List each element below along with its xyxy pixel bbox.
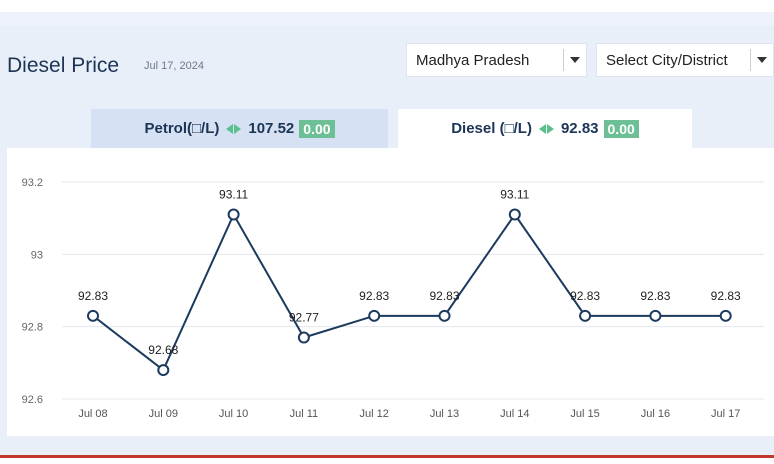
diesel-tab-label: Diesel (□/L) bbox=[451, 120, 532, 137]
series-line bbox=[92, 212, 726, 372]
data-label: 92.83 bbox=[640, 289, 670, 303]
data-point[interactable] bbox=[87, 309, 99, 322]
x-tick-label: Jul 09 bbox=[149, 408, 178, 420]
petrol-tab-label: Petrol(□/L) bbox=[144, 120, 220, 137]
data-point[interactable] bbox=[508, 208, 521, 221]
y-tick-label: 93 bbox=[31, 249, 43, 261]
top-gap bbox=[0, 12, 774, 26]
data-label: 92.83 bbox=[359, 289, 389, 303]
state-select[interactable]: Madhya Pradesh bbox=[406, 43, 587, 77]
y-tick-label: 92.8 bbox=[22, 322, 43, 334]
dropdown-arrow-icon[interactable] bbox=[751, 57, 773, 63]
data-point[interactable] bbox=[368, 309, 381, 322]
x-tick-label: Jul 13 bbox=[430, 408, 459, 420]
data-point[interactable] bbox=[719, 309, 732, 322]
petrol-change-badge: 0.00 bbox=[299, 119, 335, 138]
state-select-label: Madhya Pradesh bbox=[416, 51, 530, 69]
x-tick-label: Jul 16 bbox=[641, 408, 670, 420]
data-label: 92.83 bbox=[711, 289, 741, 303]
city-select-label: Select City/District bbox=[606, 51, 728, 69]
data-point[interactable] bbox=[297, 331, 310, 344]
diesel-change-badge: 0.00 bbox=[603, 119, 639, 138]
x-tick-label: Jul 14 bbox=[500, 408, 529, 420]
x-tick-label: Jul 17 bbox=[711, 408, 740, 420]
dropdown-arrow-icon[interactable] bbox=[564, 57, 586, 63]
x-tick-label: Jul 15 bbox=[570, 408, 599, 420]
up-down-triangle-icon bbox=[226, 123, 242, 134]
x-tick-label: Jul 08 bbox=[78, 408, 107, 420]
x-tick-label: Jul 12 bbox=[360, 408, 389, 420]
tab-petrol[interactable]: Petrol(□/L) 107.52 0.00 bbox=[91, 109, 388, 148]
data-point[interactable] bbox=[649, 309, 662, 322]
price-date: Jul 17, 2024 bbox=[144, 60, 204, 72]
data-label: 93.11 bbox=[500, 188, 529, 202]
data-label: 92.68 bbox=[148, 343, 178, 357]
data-label: 92.83 bbox=[78, 289, 108, 303]
up-down-triangle-icon bbox=[538, 123, 554, 134]
top-bar bbox=[0, 0, 774, 12]
data-label: 93.11 bbox=[219, 188, 248, 202]
data-point[interactable] bbox=[157, 364, 170, 377]
data-point[interactable] bbox=[227, 208, 240, 221]
diesel-price: 92.83 bbox=[560, 120, 599, 137]
data-label: 92.83 bbox=[429, 289, 459, 303]
x-tick-label: Jul 11 bbox=[290, 408, 319, 420]
price-line-chart: 92.6 92.8 93 93.2 Jul 08 Jul 09 Jul 10 Jul 11 Ju… bbox=[22, 177, 764, 420]
x-tick-label: Jul 10 bbox=[219, 408, 248, 420]
y-tick-label: 92.6 bbox=[22, 394, 43, 406]
tab-diesel[interactable]: Diesel (□/L) 92.83 0.00 bbox=[398, 109, 692, 148]
page-title: Diesel Price bbox=[7, 54, 120, 77]
y-tick-label: 93.2 bbox=[22, 177, 43, 189]
city-select[interactable]: Select City/District bbox=[596, 43, 774, 77]
data-point[interactable] bbox=[579, 309, 592, 322]
data-label: 92.83 bbox=[570, 289, 600, 303]
petrol-price: 107.52 bbox=[248, 120, 295, 137]
bottom-strip bbox=[0, 455, 774, 464]
chart-card: 92.6 92.8 93 93.2 Jul 08 Jul 09 Jul 10 Jul 11 Ju… bbox=[7, 148, 774, 436]
data-point[interactable] bbox=[438, 309, 451, 322]
data-label: 92.77 bbox=[289, 311, 319, 325]
